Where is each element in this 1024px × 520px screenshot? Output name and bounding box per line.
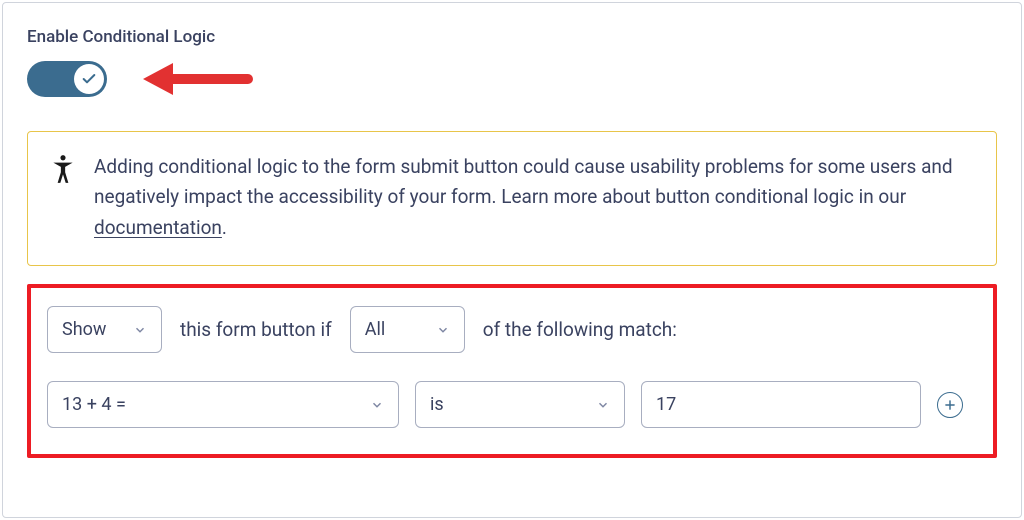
check-icon <box>81 71 97 87</box>
toggle-knob <box>74 64 104 94</box>
operator-select-value: is <box>430 394 444 415</box>
field-select-value: 13 + 4 = <box>62 394 126 415</box>
documentation-link[interactable]: documentation <box>94 216 222 239</box>
rule-row: 13 + 4 = is <box>47 381 977 428</box>
accessibility-notice: Adding conditional logic to the form sub… <box>27 131 997 266</box>
action-select-value: Show <box>62 319 106 340</box>
field-select[interactable]: 13 + 4 = <box>47 381 399 428</box>
notice-text: Adding conditional logic to the form sub… <box>94 152 974 243</box>
toggle-row <box>27 59 997 99</box>
accessibility-icon <box>50 152 76 189</box>
rule-text-1: this form button if <box>180 318 332 341</box>
rules-highlight-box: Show this form button if All of the foll… <box>27 284 997 458</box>
rule-condition-line: Show this form button if All of the foll… <box>47 306 977 353</box>
notice-text-before: Adding conditional logic to the form sub… <box>94 155 953 208</box>
section-label: Enable Conditional Logic <box>27 27 997 47</box>
chevron-down-icon <box>596 398 610 412</box>
match-select[interactable]: All <box>350 306 465 353</box>
action-select[interactable]: Show <box>47 306 162 353</box>
match-select-value: All <box>365 319 386 340</box>
chevron-down-icon <box>133 323 147 337</box>
add-rule-button[interactable] <box>937 392 963 418</box>
notice-text-after: . <box>222 216 227 239</box>
conditional-logic-panel: Enable Conditional Logic Adding conditio… <box>2 2 1022 518</box>
annotation-arrow-icon <box>143 59 253 99</box>
enable-toggle[interactable] <box>27 61 107 97</box>
value-input[interactable] <box>641 381 921 428</box>
operator-select[interactable]: is <box>415 381 625 428</box>
plus-icon <box>943 398 957 412</box>
chevron-down-icon <box>370 398 384 412</box>
rule-text-2: of the following match: <box>483 318 677 341</box>
chevron-down-icon <box>436 323 450 337</box>
